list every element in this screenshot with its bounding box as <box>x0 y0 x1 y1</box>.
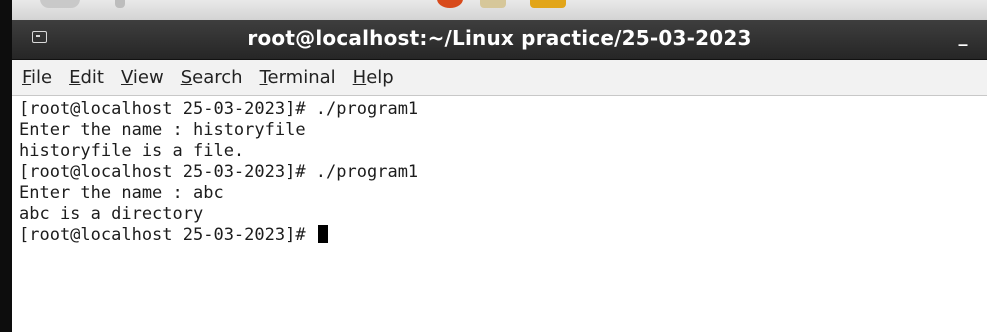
menu-edit-mnemonic: E <box>69 67 81 88</box>
desktop-left-edge <box>0 0 12 332</box>
terminal-line: Enter the name : historyfile <box>19 120 306 140</box>
menu-terminal-mnemonic: T <box>259 67 268 88</box>
terminal-prompt: [root@localhost 25-03-2023]# <box>19 225 316 245</box>
menu-view-label: iew <box>132 67 164 88</box>
window-title: root@localhost:~/Linux practice/25-03-20… <box>247 26 752 50</box>
menu-edit-label: dit <box>80 67 104 88</box>
terminal-line: abc is a directory <box>19 204 204 224</box>
menu-edit[interactable]: Edit <box>69 67 104 88</box>
terminal-line: Enter the name : abc <box>19 183 224 203</box>
editor-icon[interactable] <box>480 0 506 8</box>
taskbar-small-icon[interactable] <box>115 0 125 8</box>
taskbar-launcher-icon[interactable] <box>40 0 80 8</box>
menu-search-mnemonic: S <box>180 67 193 88</box>
menu-search[interactable]: Search <box>181 67 243 88</box>
menu-search-label: earch <box>192 67 243 88</box>
menu-terminal-label: erminal <box>267 67 336 88</box>
minimize-button[interactable]: _ <box>953 26 973 50</box>
menu-bar: File Edit View Search Terminal Help <box>12 60 987 96</box>
menu-file-label: ile <box>31 67 53 88</box>
terminal-output[interactable]: [root@localhost 25-03-2023]# ./program1 … <box>12 96 987 332</box>
terminal-prompt-line[interactable]: [root@localhost 25-03-2023]# <box>19 225 987 246</box>
menu-file[interactable]: File <box>22 67 52 88</box>
cursor-block <box>317 225 328 243</box>
browser-icon[interactable] <box>437 0 463 8</box>
menu-help[interactable]: Help <box>353 67 394 88</box>
terminal-line: [root@localhost 25-03-2023]# ./program1 <box>19 162 419 182</box>
terminal-line: [root@localhost 25-03-2023]# ./program1 <box>19 99 419 119</box>
menu-help-label: elp <box>366 67 394 88</box>
window-title-bar[interactable]: root@localhost:~/Linux practice/25-03-20… <box>12 20 987 60</box>
folder-icon[interactable] <box>530 0 566 8</box>
menu-terminal[interactable]: Terminal <box>260 67 336 88</box>
menu-help-mnemonic: H <box>352 67 367 88</box>
menu-file-mnemonic: F <box>22 67 32 88</box>
taskbar-strip <box>12 0 987 20</box>
terminal-line: historyfile is a file. <box>19 141 245 161</box>
menu-view-mnemonic: V <box>120 67 133 88</box>
menu-view[interactable]: View <box>121 67 164 88</box>
